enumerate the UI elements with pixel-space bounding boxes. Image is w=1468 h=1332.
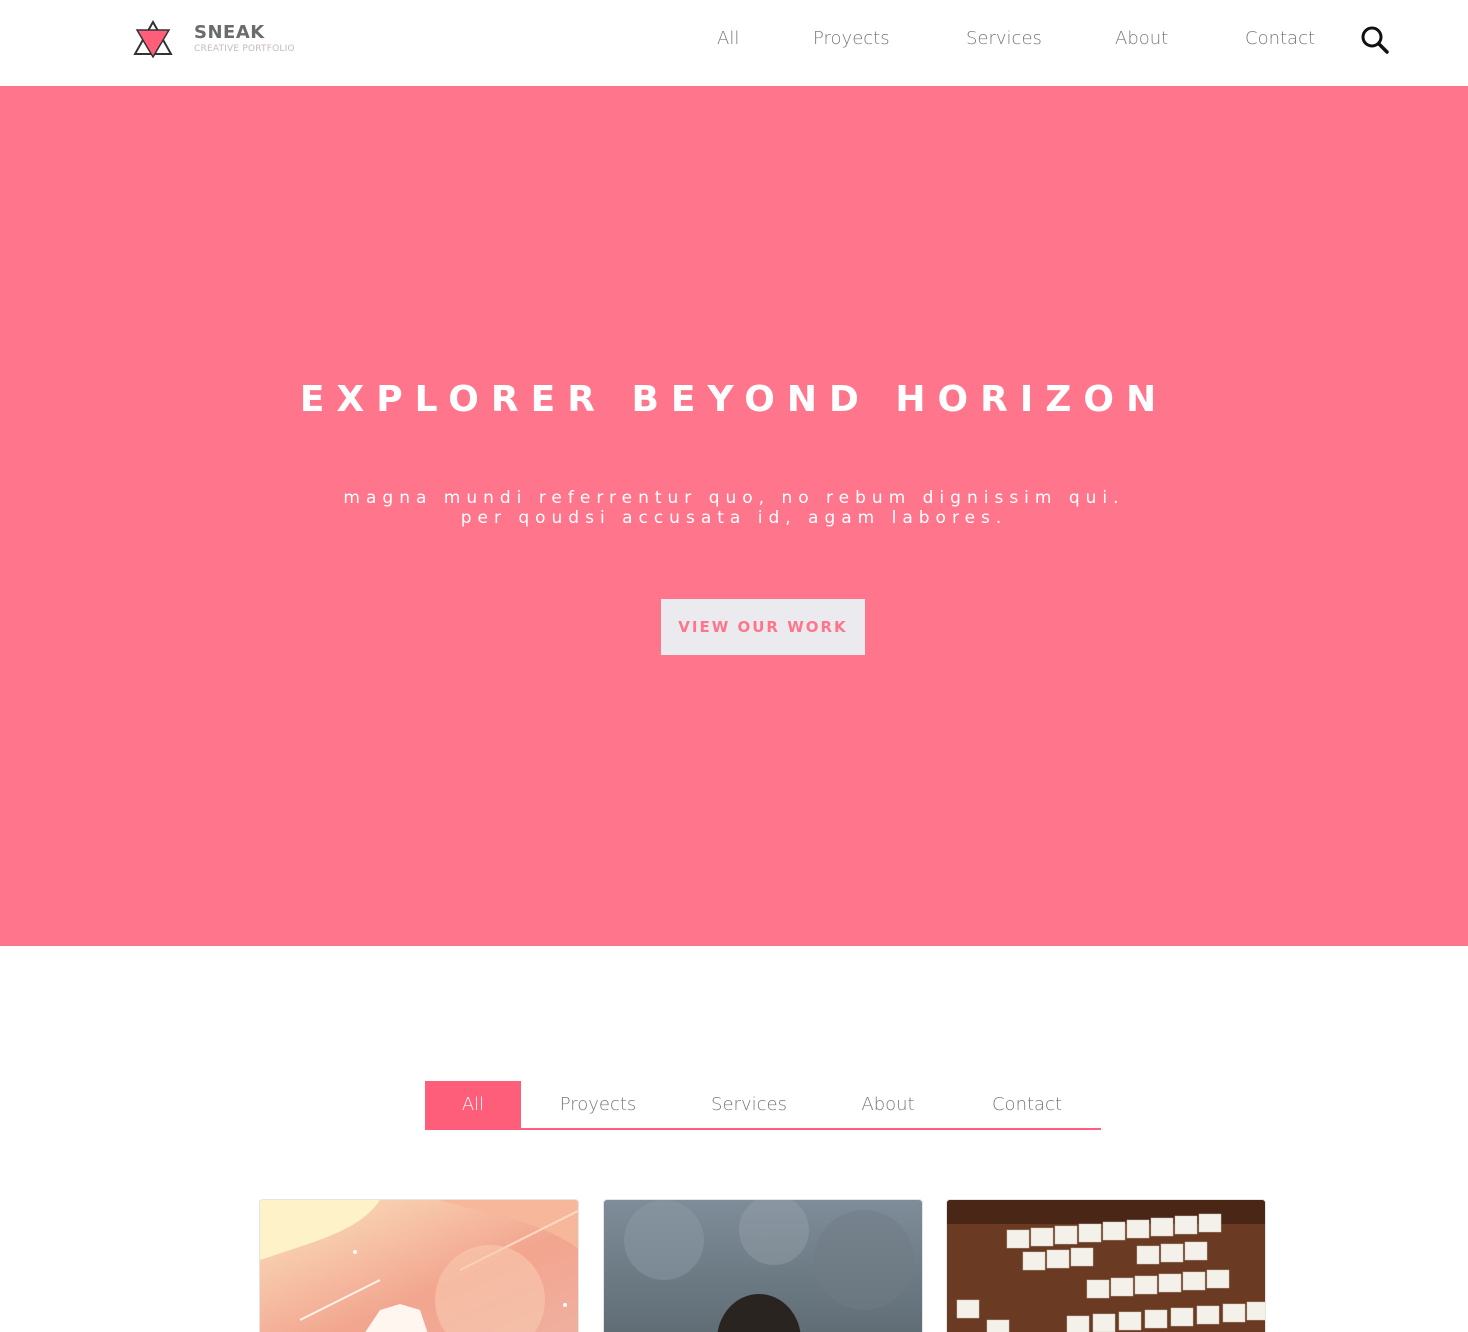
filter-tab-proyects[interactable]: Proyects <box>541 1081 655 1128</box>
hero-title: EXPLORER BEYOND HORIZON <box>299 379 1169 420</box>
hero-section: EXPLORER BEYOND HORIZON magna mundi refe… <box>0 86 1468 946</box>
portfolio-card-illustration[interactable] <box>259 1199 579 1332</box>
nav-about[interactable]: About <box>1115 26 1168 52</box>
hero-subtitle-line-2: per qoudsi accusata id, agam labores. <box>460 508 1008 528</box>
portfolio-card-scrabble[interactable] <box>946 1199 1266 1332</box>
filter-tab-services[interactable]: Services <box>693 1081 805 1128</box>
filter-tab-contact[interactable]: Contact <box>975 1081 1079 1128</box>
nav-services[interactable]: Services <box>966 26 1042 52</box>
portfolio-card-person[interactable] <box>603 1199 923 1332</box>
view-our-work-button[interactable]: VIEW OUR WORK <box>661 599 865 655</box>
nav-all[interactable]: All <box>717 26 739 52</box>
search-icon[interactable] <box>1360 25 1390 55</box>
site-header: SNEAK CREATIVE PORTFOLIO All Proyects Se… <box>0 0 1468 86</box>
filter-tab-all[interactable]: All <box>425 1081 521 1128</box>
main-nav: All Proyects Services About Contact <box>0 26 1468 52</box>
portfolio-filter-tabs: All Proyects Services About Contact <box>425 1081 1101 1130</box>
hero-subtitle-line-1: magna mundi referrentur quo, no rebum di… <box>343 488 1125 508</box>
illustration-image <box>260 1200 578 1332</box>
nav-proyects[interactable]: Proyects <box>813 26 890 52</box>
person-photo <box>604 1200 922 1332</box>
hero-subtitle: magna mundi referrentur quo, no rebum di… <box>0 488 1468 528</box>
nav-contact[interactable]: Contact <box>1245 26 1315 52</box>
filter-tab-about[interactable]: About <box>845 1081 931 1128</box>
scrabble-tiles-photo <box>947 1200 1265 1332</box>
